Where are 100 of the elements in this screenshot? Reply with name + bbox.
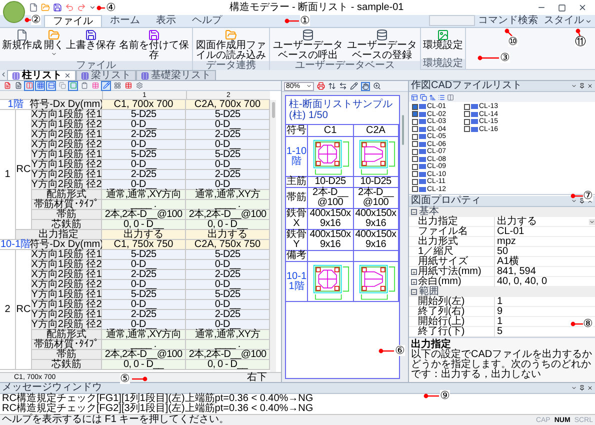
- fit-width-icon[interactable]: [339, 82, 347, 90]
- menu-tab[interactable]: ファイル: [44, 15, 102, 27]
- checkbox[interactable]: [464, 111, 470, 118]
- checkbox[interactable]: [412, 148, 418, 155]
- property-value[interactable]: A1横: [497, 257, 520, 267]
- checkbox[interactable]: [412, 111, 418, 118]
- checkbox[interactable]: [412, 156, 418, 162]
- ribbon-button[interactable]: 上書き保存: [66, 29, 116, 51]
- fit-height-icon[interactable]: [328, 82, 336, 90]
- property-value[interactable]: 9: [497, 307, 503, 317]
- checkbox[interactable]: [412, 186, 418, 192]
- pin-icon[interactable]: [579, 385, 585, 391]
- collapse-icon[interactable]: [411, 209, 417, 215]
- callout-number: ④: [106, 2, 116, 13]
- checkbox[interactable]: [412, 171, 418, 178]
- toolbar-button[interactable]: [46, 80, 56, 90]
- toolbar-button[interactable]: [79, 80, 89, 90]
- toolbar-button[interactable]: [35, 80, 45, 90]
- caret-icon[interactable]: [571, 198, 577, 204]
- save-icon[interactable]: [53, 3, 62, 12]
- checkbox[interactable]: [412, 104, 418, 110]
- table-cell: 0-D__: [186, 120, 270, 130]
- toolbar-button[interactable]: [2, 80, 12, 90]
- caret-icon[interactable]: [89, 4, 96, 11]
- checkbox[interactable]: [412, 164, 418, 170]
- style-menu[interactable]: スタイル: [541, 15, 595, 27]
- floor-label: 10-1階: [0, 240, 32, 250]
- pencil-icon[interactable]: [350, 82, 358, 90]
- command-search-field[interactable]: [429, 15, 475, 26]
- ribbon-button[interactable]: 環境設定: [423, 29, 463, 51]
- app-logo-icon[interactable]: [3, 0, 25, 22]
- checkbox[interactable]: [464, 126, 470, 132]
- property-value[interactable]: 5: [497, 327, 503, 337]
- scroll-left-icon[interactable]: [0, 71, 7, 78]
- panel-icon[interactable]: [411, 94, 418, 100]
- printer-icon[interactable]: [317, 82, 325, 90]
- copy-icon[interactable]: [420, 94, 427, 100]
- property-value[interactable]: 1: [497, 317, 503, 327]
- checkbox[interactable]: [412, 134, 418, 140]
- property-value[interactable]: 50: [497, 247, 508, 257]
- pencil-icon: [102, 82, 110, 89]
- checkbox[interactable]: [412, 178, 418, 185]
- property-value[interactable]: 40, 0, 40, 0: [497, 277, 548, 287]
- scrollbar[interactable]: [270, 100, 276, 372]
- zoom-icon[interactable]: [373, 82, 381, 90]
- copy-icon: [58, 82, 66, 89]
- sort-icon[interactable]: [429, 94, 436, 100]
- ribbon-button[interactable]: ユーザーデータベースの登録: [346, 29, 418, 61]
- save-icon: [85, 29, 97, 41]
- columns-icon[interactable]: [447, 94, 454, 100]
- menu-tab[interactable]: ホーム: [102, 15, 148, 27]
- toolbar-button[interactable]: [101, 80, 111, 90]
- menu-tab[interactable]: ヘルプ: [184, 15, 230, 27]
- close-icon[interactable]: [587, 83, 593, 89]
- checkbox[interactable]: [412, 118, 418, 125]
- property-value[interactable]: 841, 594: [497, 267, 536, 277]
- document-tab[interactable]: 柱リスト: [7, 70, 76, 80]
- ribbon-group-label: ファイル: [0, 61, 192, 71]
- property-dropdown[interactable]: 出力する: [495, 217, 595, 227]
- pin-icon[interactable]: [579, 83, 585, 89]
- save-icon: [148, 29, 160, 41]
- menu-tab[interactable]: 表示: [148, 15, 184, 27]
- caret-icon[interactable]: [571, 385, 577, 391]
- ribbon-button[interactable]: 開く: [44, 29, 64, 57]
- close-icon[interactable]: [64, 72, 71, 79]
- toolbar-button[interactable]: [13, 80, 23, 90]
- redo-icon[interactable]: [77, 3, 86, 12]
- new-file-icon[interactable]: [29, 3, 38, 12]
- document-tab[interactable]: 梁リスト: [76, 70, 136, 80]
- property-value[interactable]: 1: [497, 297, 503, 307]
- expand-icon[interactable]: [411, 279, 417, 285]
- close-icon[interactable]: [578, 3, 587, 12]
- property-value[interactable]: mpz: [497, 237, 516, 247]
- checkbox[interactable]: [412, 141, 418, 148]
- maximize-icon[interactable]: [558, 4, 566, 12]
- ribbon-button[interactable]: 名前を付けて保存: [118, 29, 190, 61]
- table-cell: ____ .: [186, 340, 270, 350]
- close-icon[interactable]: [587, 385, 593, 391]
- undo-icon[interactable]: [65, 3, 74, 12]
- expand-icon[interactable]: [411, 269, 417, 275]
- table-cell: 通常,通常,XY方: [186, 190, 270, 200]
- ribbon-button[interactable]: 新規作成: [2, 29, 42, 51]
- checkbox[interactable]: [412, 126, 418, 132]
- checkbox[interactable]: [464, 104, 470, 110]
- collapse-icon[interactable]: [411, 289, 417, 295]
- ribbon-button[interactable]: ユーザーデータベースの呼出: [272, 29, 344, 61]
- table-cell: 2-D25: [102, 270, 186, 280]
- document-tab[interactable]: 基礎梁リスト: [136, 70, 216, 80]
- list-icon[interactable]: [438, 94, 445, 100]
- toolbar-button[interactable]: [112, 80, 122, 90]
- toolbar-button[interactable]: [123, 80, 133, 90]
- hand-icon[interactable]: [361, 82, 370, 90]
- command-search-button[interactable]: コマンド検索: [475, 15, 541, 27]
- table-cell: 400x150x 9x16: [308, 230, 354, 251]
- property-value[interactable]: CL-01: [497, 227, 524, 237]
- checkbox[interactable]: [464, 118, 470, 125]
- pin-icon[interactable]: [579, 198, 585, 204]
- caret-icon[interactable]: [571, 83, 577, 89]
- toolbar-button[interactable]: [134, 80, 144, 90]
- ribbon-button[interactable]: 図面作成用ファイルの読み込み: [195, 29, 267, 61]
